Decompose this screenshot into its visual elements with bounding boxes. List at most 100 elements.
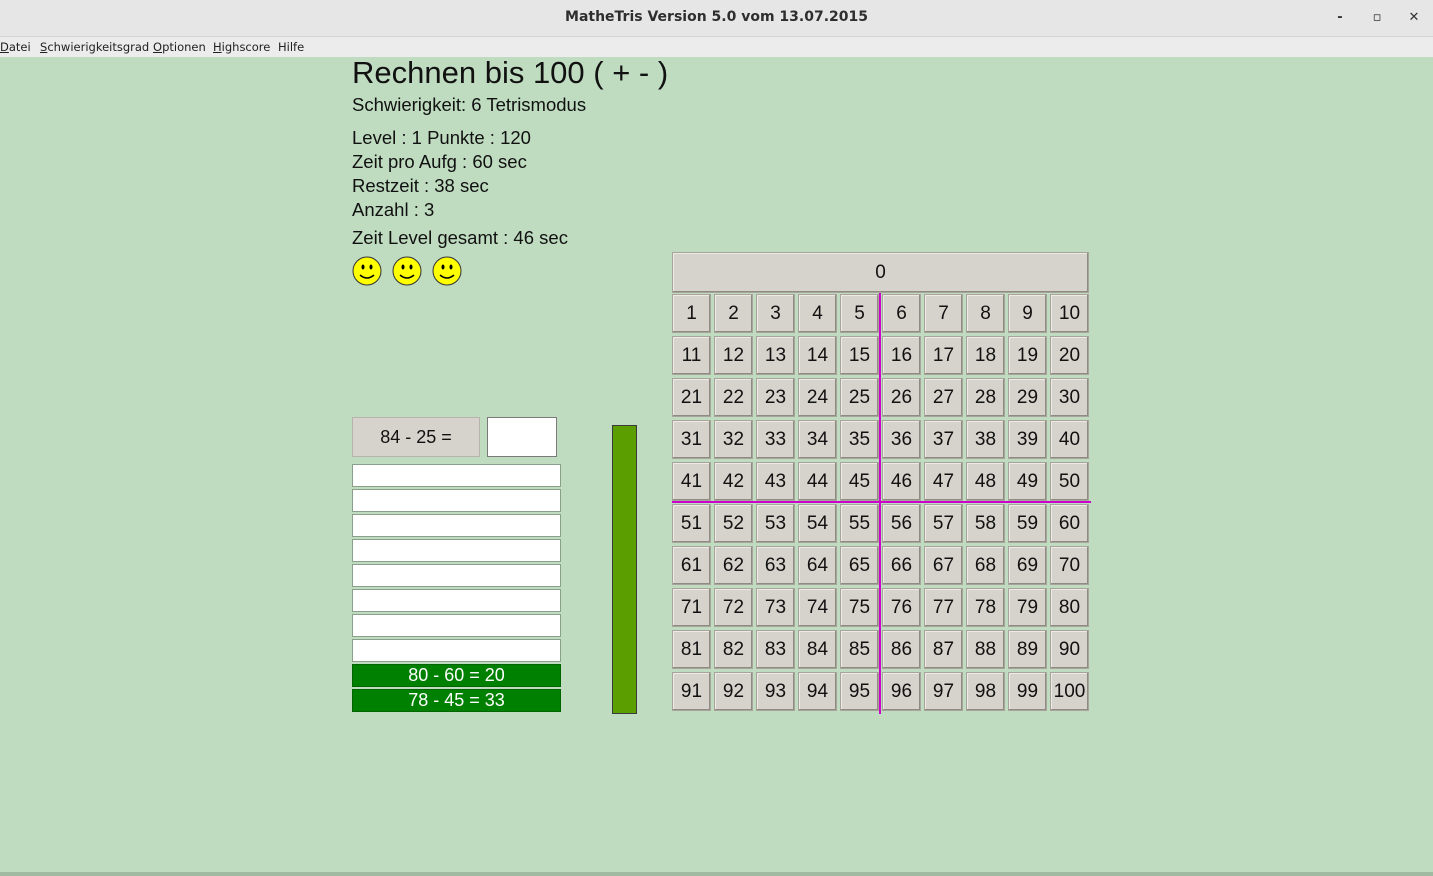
number-button[interactable]: 24	[798, 378, 837, 417]
number-button[interactable]: 66	[882, 546, 921, 585]
number-button[interactable]: 35	[840, 420, 879, 459]
number-button[interactable]: 50	[1050, 462, 1089, 501]
menu-datei[interactable]: Datei	[0, 40, 31, 54]
number-button[interactable]: 47	[924, 462, 963, 501]
number-button[interactable]: 96	[882, 672, 921, 711]
number-button[interactable]: 3	[756, 294, 795, 333]
number-button[interactable]: 45	[840, 462, 879, 501]
number-button[interactable]: 6	[882, 294, 921, 333]
number-button[interactable]: 59	[1008, 504, 1047, 543]
number-button[interactable]: 97	[924, 672, 963, 711]
number-button[interactable]: 74	[798, 588, 837, 627]
number-button[interactable]: 71	[672, 588, 711, 627]
number-button[interactable]: 7	[924, 294, 963, 333]
number-button[interactable]: 9	[1008, 294, 1047, 333]
number-button[interactable]: 85	[840, 630, 879, 669]
number-button[interactable]: 4	[798, 294, 837, 333]
menu-schwierigkeitsgrad[interactable]: Schwierigkeitsgrad	[40, 40, 149, 54]
number-button[interactable]: 38	[966, 420, 1005, 459]
number-button[interactable]: 39	[1008, 420, 1047, 459]
number-button[interactable]: 1	[672, 294, 711, 333]
number-button[interactable]: 72	[714, 588, 753, 627]
number-button[interactable]: 65	[840, 546, 879, 585]
number-button[interactable]: 36	[882, 420, 921, 459]
number-button[interactable]: 37	[924, 420, 963, 459]
number-button[interactable]: 67	[924, 546, 963, 585]
number-button[interactable]: 93	[756, 672, 795, 711]
number-button[interactable]: 79	[1008, 588, 1047, 627]
number-button[interactable]: 52	[714, 504, 753, 543]
number-button[interactable]: 5	[840, 294, 879, 333]
number-button[interactable]: 76	[882, 588, 921, 627]
number-button[interactable]: 22	[714, 378, 753, 417]
number-button[interactable]: 95	[840, 672, 879, 711]
menu-highscore[interactable]: Highscore	[213, 40, 270, 54]
number-button[interactable]: 17	[924, 336, 963, 375]
menu-optionen[interactable]: Optionen	[153, 40, 206, 54]
number-button[interactable]: 75	[840, 588, 879, 627]
number-button[interactable]: 28	[966, 378, 1005, 417]
number-button[interactable]: 70	[1050, 546, 1089, 585]
number-button[interactable]: 13	[756, 336, 795, 375]
number-button[interactable]: 10	[1050, 294, 1089, 333]
number-button[interactable]: 62	[714, 546, 753, 585]
number-button[interactable]: 64	[798, 546, 837, 585]
number-button[interactable]: 25	[840, 378, 879, 417]
number-button[interactable]: 44	[798, 462, 837, 501]
number-button[interactable]: 92	[714, 672, 753, 711]
number-button[interactable]: 73	[756, 588, 795, 627]
number-button[interactable]: 12	[714, 336, 753, 375]
number-button[interactable]: 43	[756, 462, 795, 501]
number-button[interactable]: 89	[1008, 630, 1047, 669]
close-button[interactable]: ✕	[1404, 8, 1424, 28]
number-button[interactable]: 99	[1008, 672, 1047, 711]
number-button[interactable]: 61	[672, 546, 711, 585]
number-button[interactable]: 49	[1008, 462, 1047, 501]
number-button[interactable]: 14	[798, 336, 837, 375]
number-button[interactable]: 32	[714, 420, 753, 459]
number-button[interactable]: 55	[840, 504, 879, 543]
number-button[interactable]: 34	[798, 420, 837, 459]
number-button[interactable]: 11	[672, 336, 711, 375]
number-button[interactable]: 27	[924, 378, 963, 417]
number-button[interactable]: 80	[1050, 588, 1089, 627]
number-button[interactable]: 20	[1050, 336, 1089, 375]
number-button[interactable]: 86	[882, 630, 921, 669]
number-button[interactable]: 77	[924, 588, 963, 627]
number-button[interactable]: 81	[672, 630, 711, 669]
number-button[interactable]: 2	[714, 294, 753, 333]
number-button[interactable]: 19	[1008, 336, 1047, 375]
minimize-button[interactable]: -	[1330, 8, 1350, 28]
number-button[interactable]: 56	[882, 504, 921, 543]
number-button[interactable]: 63	[756, 546, 795, 585]
number-button[interactable]: 8	[966, 294, 1005, 333]
number-button[interactable]: 68	[966, 546, 1005, 585]
number-button[interactable]: 87	[924, 630, 963, 669]
number-button[interactable]: 48	[966, 462, 1005, 501]
menu-hilfe[interactable]: Hilfe	[278, 40, 304, 54]
number-button[interactable]: 69	[1008, 546, 1047, 585]
number-button[interactable]: 46	[882, 462, 921, 501]
number-button[interactable]: 26	[882, 378, 921, 417]
number-button[interactable]: 33	[756, 420, 795, 459]
number-button[interactable]: 41	[672, 462, 711, 501]
number-button[interactable]: 23	[756, 378, 795, 417]
maximize-button[interactable]: ▫	[1367, 8, 1387, 28]
number-button[interactable]: 16	[882, 336, 921, 375]
number-button[interactable]: 18	[966, 336, 1005, 375]
number-button[interactable]: 98	[966, 672, 1005, 711]
number-button[interactable]: 94	[798, 672, 837, 711]
number-button[interactable]: 82	[714, 630, 753, 669]
number-button[interactable]: 51	[672, 504, 711, 543]
number-button[interactable]: 91	[672, 672, 711, 711]
number-button[interactable]: 42	[714, 462, 753, 501]
number-button[interactable]: 57	[924, 504, 963, 543]
number-button[interactable]: 31	[672, 420, 711, 459]
number-button[interactable]: 29	[1008, 378, 1047, 417]
number-button[interactable]: 90	[1050, 630, 1089, 669]
number-button[interactable]: 54	[798, 504, 837, 543]
number-button[interactable]: 58	[966, 504, 1005, 543]
number-button[interactable]: 21	[672, 378, 711, 417]
number-button[interactable]: 100	[1050, 672, 1089, 711]
number-button[interactable]: 83	[756, 630, 795, 669]
